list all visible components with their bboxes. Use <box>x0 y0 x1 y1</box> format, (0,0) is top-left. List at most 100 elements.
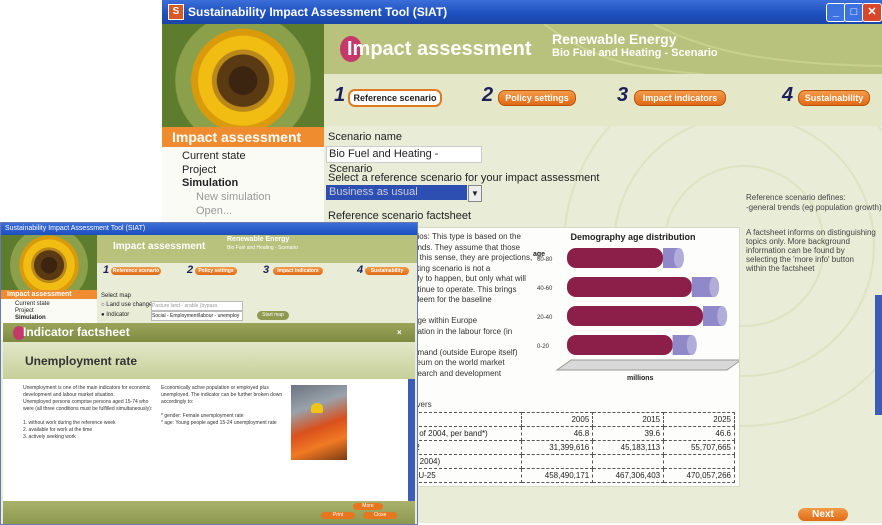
indicator-label: Indicator <box>106 312 130 318</box>
step-2-number: 2 <box>482 84 494 106</box>
reference-scenario-select[interactable]: Business as usual <box>326 185 467 200</box>
front-step-3-number: 3 <box>263 264 270 276</box>
close-button[interactable]: Close <box>363 512 397 519</box>
print-button[interactable]: Print <box>321 512 355 519</box>
indicator-radio[interactable]: ● Indicator <box>101 312 129 318</box>
window-title: Sustainability Impact Assessment Tool (S… <box>188 5 448 19</box>
front-scenario-subtitle: Bio Fuel and Heating - Scenario <box>227 245 298 251</box>
front-step-impact-indicators[interactable]: Impact indicators <box>273 267 323 275</box>
front-step-reference-scenario[interactable]: Reference scenario <box>111 267 161 275</box>
step-impact-indicators[interactable]: Impact indicators <box>634 90 726 106</box>
step-reference-scenario[interactable]: Reference scenario <box>348 89 442 107</box>
factsheet-text-line: sting scenario is not a <box>413 263 491 273</box>
step-4-number: 4 <box>782 84 794 106</box>
front-sidebar-header: Impact assessment <box>1 290 97 299</box>
chart-bar-segment <box>567 335 673 355</box>
next-button[interactable]: Next <box>798 508 848 521</box>
description-line: 2. available for work at the time <box>23 427 93 433</box>
page-title: Impact assessment <box>347 38 532 60</box>
sidebar-item-project[interactable]: Project <box>182 164 216 176</box>
minimize-icon[interactable]: _ <box>826 3 846 22</box>
front-sidebar-item-project[interactable]: Project <box>15 308 34 314</box>
definition-line: Economically active population or employ… <box>161 385 269 391</box>
table-row: s of 2004, per band*) 46.8 39.6 46.6 <box>408 426 735 441</box>
factsheet-panel: nios: This type is based on the ends. The… <box>408 227 740 487</box>
reference-scenario-label: Select a reference scenario for your imp… <box>328 172 600 184</box>
chart-bar-cap <box>674 248 684 268</box>
front-step-2-number: 2 <box>187 264 194 276</box>
scenario-name-field[interactable]: Bio Fuel and Heating - Scenario <box>326 146 482 175</box>
factsheet-text-line: n this sense, they are projections, <box>413 253 533 262</box>
definition-line: * age: Young people aged 15-24 unemploym… <box>161 420 277 426</box>
chart-x-axis-label: millions <box>627 375 654 382</box>
scrollbar[interactable] <box>875 295 882 415</box>
table-cell: 470,057,266 <box>663 468 735 483</box>
definition-line: accordingly to: <box>161 399 194 405</box>
description-line: 1. without work during the reference wee… <box>23 420 116 426</box>
table-row: d 2004) <box>408 454 735 469</box>
table-cell: 458,490,171 <box>521 468 594 483</box>
sidebar-item-new-simulation[interactable]: New simulation <box>196 191 271 203</box>
front-sidebar-item-simulation[interactable]: Simulation <box>15 315 46 321</box>
table-header-cell: 2025 <box>663 412 735 427</box>
chart-bars <box>567 248 728 355</box>
step-policy-settings[interactable]: Policy settings <box>498 90 576 106</box>
chart-tick-label: 40-60 <box>537 286 553 292</box>
sidebar-item-open[interactable]: Open... <box>196 205 232 217</box>
sunflower-logo <box>162 24 324 127</box>
chart-title: Demography age distribution <box>570 232 695 242</box>
chevron-down-icon[interactable]: ▼ <box>468 185 482 202</box>
table-cell: 467,306,403 <box>592 468 665 483</box>
indicator-scrollbar[interactable] <box>408 379 415 501</box>
close-icon[interactable]: ✕ <box>862 3 882 22</box>
table-cell: d 2004) <box>408 454 523 469</box>
table-cell: 46.8 <box>521 426 594 441</box>
indicator-factsheet-bar: Indicator factsheet × <box>3 323 415 342</box>
chart-ticks: 60-80 40-60 20-40 0-20 <box>537 257 553 350</box>
chart-tick-label: 0-20 <box>537 344 550 350</box>
more-info-button[interactable]: More <box>353 503 383 510</box>
table-cell <box>592 454 665 469</box>
demography-chart: Demography age distribution age millions… <box>533 232 739 382</box>
land-use-radio[interactable]: ○ Land use change <box>101 302 152 308</box>
table-row: t2 31,399,616 45,183,113 55,707,665 <box>408 440 735 455</box>
table-header-cell: 2005 <box>521 412 594 427</box>
app-icon: S <box>168 4 184 20</box>
info-line-1: Reference scenario defines: <box>746 193 846 202</box>
sidebar-item-current-state[interactable]: Current state <box>182 150 246 162</box>
indicator-body: Unemployment is one of the main indicato… <box>3 379 408 501</box>
front-step-policy-settings[interactable]: Policy settings <box>195 267 237 275</box>
front-step-4-number: 4 <box>357 264 364 276</box>
land-use-label: Land use change <box>106 302 153 308</box>
front-sidebar-item-current-state[interactable]: Current state <box>15 301 50 307</box>
front-step-sustainability[interactable]: Sustainability <box>365 267 409 275</box>
chart-floor-plane <box>555 359 739 371</box>
indicator-select[interactable]: Social - Employment/labour - unemploy <box>151 311 243 321</box>
indicator-window: Sustainability Impact Assessment Tool (S… <box>0 222 418 525</box>
chart-bar-cap <box>686 335 697 355</box>
indicator-footer: More Print Close <box>3 501 415 524</box>
domain-title: Renewable Energy <box>552 31 677 47</box>
info-block: A factsheet informs on distinguishing to… <box>746 228 876 273</box>
sidebar-item-simulation[interactable]: Simulation <box>182 177 238 189</box>
step-sustainability[interactable]: Sustainability <box>798 90 870 106</box>
table-cell: 46.6 <box>663 426 735 441</box>
maximize-icon[interactable]: □ <box>844 3 864 22</box>
factsheet-table: 2005 2015 2025 s of 2004, per band*) 46.… <box>408 412 735 483</box>
table-cell: 31,399,616 <box>521 440 594 455</box>
factsheet-text-line: emand (outside Europe itself) <box>413 347 518 357</box>
start-map-button[interactable]: Start map <box>257 311 289 320</box>
table-header-cell <box>408 412 523 427</box>
chart-bar-segment <box>567 248 663 268</box>
factsheet-text-line: bleem for the baseline <box>413 295 492 304</box>
factsheet-close-icon[interactable]: × <box>397 323 402 342</box>
indicator-factsheet-title: Indicator factsheet <box>23 325 130 339</box>
factsheet-text-line: nios: This type is based on the <box>413 232 521 241</box>
factsheet-text-line: lieum on the world market <box>413 358 505 367</box>
table-cell: 55,707,665 <box>663 440 735 455</box>
land-use-select[interactable]: Pasture land - arable (bypass <box>151 301 243 311</box>
front-sunflower-logo <box>1 235 97 290</box>
front-title-bar: Sustainability Impact Assessment Tool (S… <box>1 223 417 235</box>
chart-bar-cap <box>717 306 728 326</box>
factsheet-text-line: ends. They assume that those <box>413 242 521 252</box>
